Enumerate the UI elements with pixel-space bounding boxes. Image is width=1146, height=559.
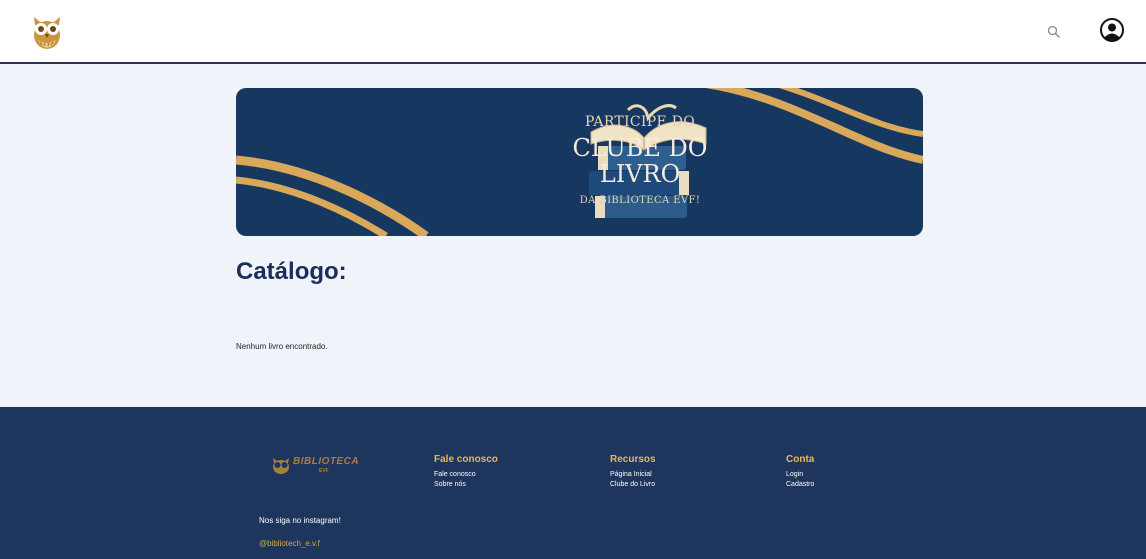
footer-column-account: Conta Login Cadastro bbox=[786, 454, 814, 490]
search-icon[interactable] bbox=[1046, 24, 1062, 40]
banner-line-3: LIVRO bbox=[599, 160, 681, 188]
footer-logo-sub: EVF bbox=[319, 468, 329, 474]
book-club-banner[interactable]: PARTICIPE DO CLUBE DO LIVRO DA BIBLIOTEC… bbox=[236, 88, 923, 236]
footer-column-title: Recursos bbox=[610, 454, 656, 465]
footer-column-title: Conta bbox=[786, 454, 815, 465]
footer-link-login[interactable]: Login bbox=[786, 470, 814, 480]
footer-logo-name: BIBLIOTECA bbox=[293, 456, 360, 467]
owl-logo-icon bbox=[273, 458, 289, 474]
instagram-link[interactable]: @bibliotech_e.v.f bbox=[259, 539, 320, 548]
footer-column-title: Fale conosco bbox=[434, 454, 498, 465]
footer-link-clube-do-livro[interactable]: Clube do Livro bbox=[610, 480, 656, 490]
site-footer: BIBLIOTECA EVF Nos siga no instagram! @b… bbox=[0, 407, 1146, 559]
footer-link-fale-conosco[interactable]: Fale conosco bbox=[434, 470, 498, 480]
empty-catalog-message: Nenhum livro encontrado. bbox=[236, 342, 328, 351]
footer-logo[interactable]: BIBLIOTECA EVF bbox=[271, 454, 359, 478]
footer-column-contact: Fale conosco Fale conosco Sobre nós bbox=[434, 454, 498, 490]
account-icon[interactable] bbox=[1100, 18, 1124, 42]
owl-logo-icon[interactable] bbox=[31, 11, 63, 51]
footer-link-sobre-nos[interactable]: Sobre nós bbox=[434, 480, 498, 490]
footer-link-pagina-inicial[interactable]: Página Inicial bbox=[610, 470, 656, 480]
banner-line-1: PARTICIPE DO bbox=[584, 114, 696, 130]
catalog-title: Catálogo: bbox=[236, 258, 347, 285]
follow-us-text: Nos siga no instagram! bbox=[259, 516, 341, 525]
banner-line-4: DA BIBLIOTECA EVF! bbox=[579, 195, 701, 206]
top-header bbox=[0, 0, 1146, 64]
footer-link-cadastro[interactable]: Cadastro bbox=[786, 480, 814, 490]
footer-column-resources: Recursos Página Inicial Clube do Livro bbox=[610, 454, 656, 490]
banner-line-2: CLUBE DO bbox=[572, 134, 708, 162]
